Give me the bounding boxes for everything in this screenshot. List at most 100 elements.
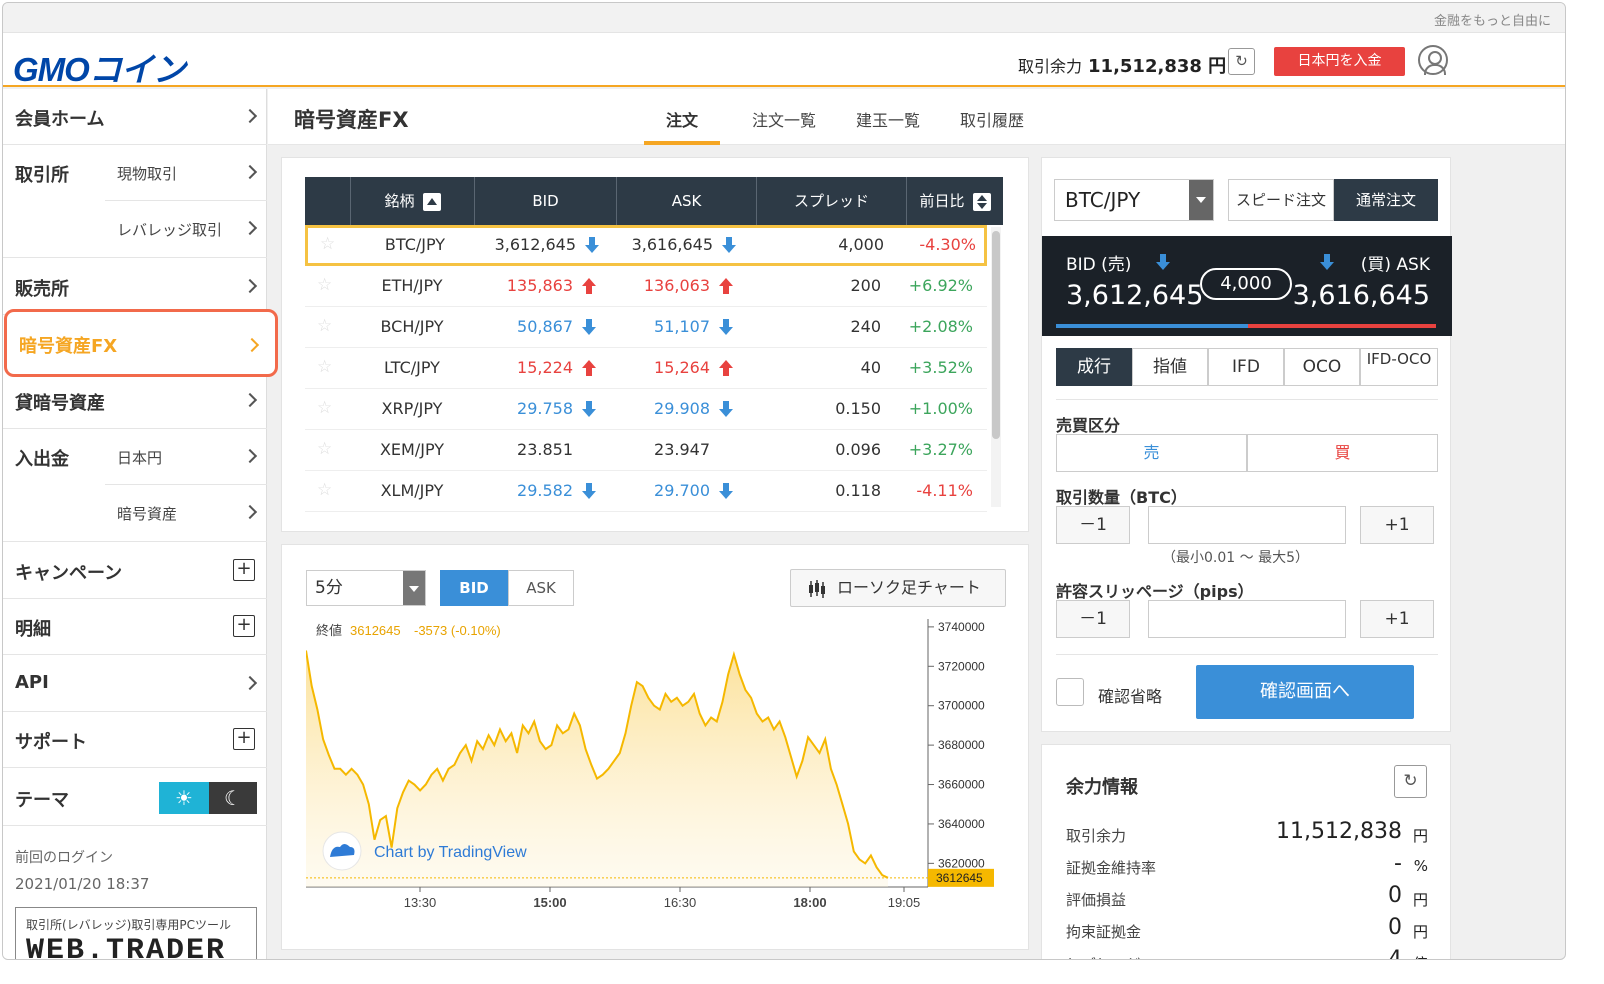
- tab-positions[interactable]: 建玉一覧: [856, 107, 920, 131]
- quantity-input[interactable]: [1148, 506, 1346, 544]
- pair-value: BTC/JPY: [1065, 188, 1141, 212]
- sidebar-item-crypto[interactable]: 暗号資産: [105, 485, 267, 541]
- ticker-spread: 0.118: [835, 481, 881, 500]
- ticker-row[interactable]: ☆ XEM/JPY 23.851 23.947 0.096 +3.27%: [305, 430, 987, 471]
- margin-panel: 余力情報 ↻ 取引余力 11,512,838 円証拠金維持率 -% 評価損益 0 円拘束証拠…: [1041, 744, 1451, 960]
- sidebar-item-support[interactable]: サポート +: [3, 712, 267, 768]
- sidebar-item-jpy[interactable]: 日本円: [105, 429, 267, 485]
- margin-label: 証拠金維持率: [1066, 859, 1157, 877]
- expand-plus-icon[interactable]: +: [233, 615, 255, 637]
- x-tick-label: 18:00: [793, 895, 826, 910]
- chart-ask-button[interactable]: ASK: [508, 570, 574, 606]
- ticker-bid: 23.851: [517, 440, 573, 459]
- sort-icon[interactable]: [972, 192, 991, 211]
- ticker-row[interactable]: ☆ BCH/JPY 50,867 51,107 240 +2.08%: [305, 307, 987, 348]
- last-login-label: 前回のログイン: [15, 850, 113, 866]
- pair-select[interactable]: BTC/JPY: [1054, 179, 1214, 221]
- sidebar-item-leverage[interactable]: レバレッジ取引: [105, 201, 267, 257]
- slippage-plus-button[interactable]: +1: [1360, 600, 1434, 638]
- sidebar-item-api[interactable]: API: [3, 655, 267, 712]
- skip-confirm-checkbox[interactable]: [1056, 678, 1084, 706]
- slippage-minus-button[interactable]: －1: [1056, 600, 1130, 638]
- ticker-row[interactable]: ☆ ETH/JPY 135,863 136,063 200 +6.92%: [305, 266, 987, 307]
- sort-icon[interactable]: [422, 192, 441, 211]
- price-chart[interactable]: 3740000 3720000 3700000 3680000 3660000 36400…: [306, 619, 1006, 919]
- quantity-plus-button[interactable]: +1: [1360, 506, 1434, 544]
- slippage-input[interactable]: [1148, 600, 1346, 638]
- tab-order-list[interactable]: 注文一覧: [752, 107, 816, 131]
- deposit-jpy-button[interactable]: 日本円を入金: [1274, 47, 1405, 76]
- buy-button[interactable]: 買: [1247, 434, 1438, 472]
- bid-bar: [1056, 324, 1248, 328]
- sidebar-item-member-home[interactable]: 会員ホーム: [3, 89, 267, 145]
- ticker-bid: 50,867: [517, 317, 573, 336]
- margin-label: 評価損益: [1066, 891, 1127, 909]
- favorite-star-icon[interactable]: ☆: [317, 316, 332, 336]
- sell-button[interactable]: 売: [1056, 434, 1247, 472]
- candlestick-chart-button[interactable]: ローソク足チャート: [790, 569, 1006, 607]
- sidebar-item-label: テーマ: [15, 790, 69, 811]
- tab-history[interactable]: 取引履歴: [960, 107, 1024, 131]
- favorite-star-icon[interactable]: ☆: [317, 398, 332, 418]
- arrow-down-icon: [719, 483, 733, 499]
- order-type-market[interactable]: 成行: [1056, 348, 1132, 386]
- expand-plus-icon[interactable]: +: [233, 728, 255, 750]
- arrow-up-icon: [582, 278, 596, 294]
- sidebar-item-campaign[interactable]: キャンペーン +: [3, 542, 267, 599]
- margin-value: 0: [1388, 883, 1402, 908]
- chart-bid-button[interactable]: BID: [440, 570, 508, 606]
- favorite-star-icon[interactable]: ☆: [317, 357, 332, 377]
- arrow-down-icon: [1156, 254, 1170, 270]
- confirm-button[interactable]: 確認画面へ: [1196, 665, 1414, 719]
- chevron-right-icon: [242, 220, 258, 236]
- sidebar-item-spot[interactable]: 現物取引: [105, 145, 267, 201]
- ask-column-header: ASK: [617, 177, 757, 225]
- quote-ask-label: (買) ASK: [1360, 255, 1430, 275]
- ticker-scrollbar[interactable]: [991, 227, 1001, 507]
- sidebar-item-lending[interactable]: 貸暗号資産: [3, 372, 267, 429]
- ticker-row[interactable]: ☆ LTC/JPY 15,224 15,264 40 +3.52%: [305, 348, 987, 389]
- margin-unit: 円: [1412, 827, 1428, 845]
- sidebar-item-label: サポート: [15, 732, 87, 753]
- favorite-star-icon[interactable]: ☆: [317, 275, 332, 295]
- ticker-row[interactable]: ☆ XRP/JPY 29.758 29.908 0.150 +1.00%: [305, 389, 987, 430]
- sun-icon[interactable]: ☀: [159, 782, 209, 814]
- close-label: 終値: [316, 623, 342, 639]
- user-icon[interactable]: [1418, 45, 1448, 75]
- order-type-ifd[interactable]: IFD: [1208, 348, 1284, 386]
- speed-order-button[interactable]: スピード注文: [1228, 179, 1334, 221]
- order-type-ifd-oco[interactable]: IFD-OCO: [1360, 348, 1438, 386]
- top-strip: 金融をもっと自由に: [3, 3, 1565, 33]
- theme-toggle[interactable]: ☀ ☾: [159, 782, 257, 814]
- favorite-star-icon[interactable]: ☆: [317, 439, 332, 459]
- y-tick-label: 3620000: [938, 856, 985, 870]
- scrollbar-thumb[interactable]: [992, 231, 1000, 439]
- balance-display: 取引余力 11,512,838 円: [1018, 52, 1226, 78]
- webtrader-banner[interactable]: 取引所(レバレッジ)取引専用PCツール WEB.TRADER: [15, 907, 257, 959]
- margin-value: 4: [1388, 947, 1402, 960]
- favorite-star-icon[interactable]: ☆: [317, 480, 332, 500]
- ticker-row[interactable]: ☆ BTC/JPY 3,612,645 3,616,645 4,000 -4.30%: [305, 225, 987, 266]
- quote-ask-value: 3,616,645: [1292, 280, 1430, 311]
- sidebar-item-crypto-fx[interactable]: 暗号資産FX: [4, 309, 278, 377]
- logo[interactable]: GMOコイン: [13, 43, 186, 91]
- order-type-limit[interactable]: 指値: [1132, 348, 1208, 386]
- normal-order-button[interactable]: 通常注文: [1334, 179, 1438, 221]
- quantity-minus-button[interactable]: －1: [1056, 506, 1130, 544]
- favorite-star-icon[interactable]: ☆: [320, 234, 335, 254]
- moon-icon[interactable]: ☾: [209, 782, 257, 814]
- arrow-down-icon: [1320, 254, 1334, 270]
- sidebar-item-sales[interactable]: 販売所: [3, 258, 267, 315]
- interval-select[interactable]: 5分: [306, 570, 426, 606]
- tab-order[interactable]: 注文: [666, 107, 698, 131]
- refresh-icon[interactable]: ↻: [1394, 765, 1427, 798]
- change-column-header[interactable]: 前日比: [907, 177, 1003, 225]
- sidebar-item-statement[interactable]: 明細 +: [3, 599, 267, 655]
- margin-value: -: [1394, 851, 1402, 876]
- symbol-column-header[interactable]: 銘柄: [351, 177, 475, 225]
- expand-plus-icon[interactable]: +: [233, 559, 255, 581]
- x-tick-label: 16:30: [664, 895, 697, 910]
- ticker-row[interactable]: ☆ XLM/JPY 29.582 29.700 0.118 -4.11%: [305, 471, 987, 512]
- refresh-icon[interactable]: ↻: [1228, 48, 1255, 75]
- order-type-oco[interactable]: OCO: [1284, 348, 1360, 386]
